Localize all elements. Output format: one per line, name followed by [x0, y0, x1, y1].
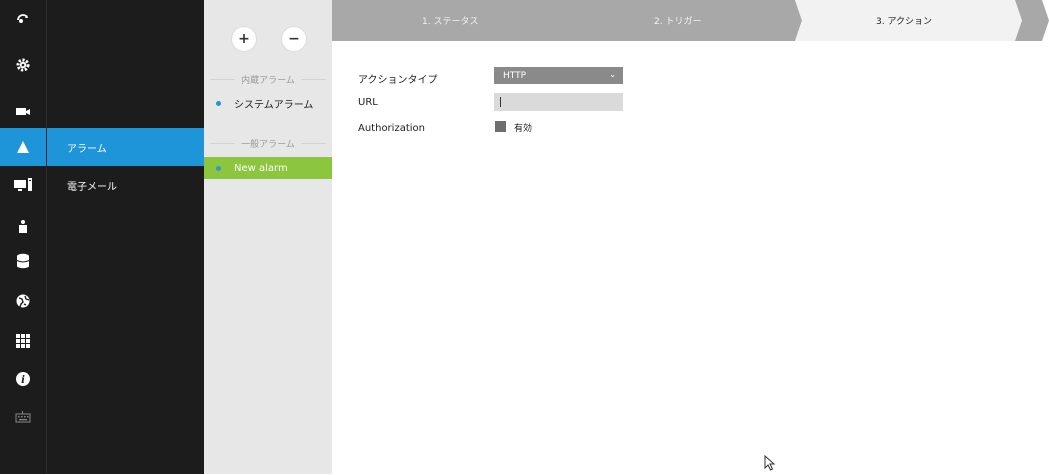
submenu-item-label: 電子メール [67, 181, 117, 193]
alarm-list-panel: + − 内蔵アラーム システムアラーム 一般アラーム New alarm [204, 0, 332, 474]
authorization-label: Authorization [358, 123, 425, 134]
submenu-item-label: アラーム [67, 143, 107, 155]
text-caret [500, 97, 501, 107]
authorization-enable-label: 有効 [514, 124, 533, 134]
chevron-down-icon: ⌄ [609, 70, 616, 79]
section-title: 一般アラーム [241, 139, 295, 150]
remove-alarm-button[interactable]: − [282, 27, 306, 51]
section-title: 内蔵アラーム [241, 75, 295, 86]
general-alarm-section: 一般アラーム [204, 136, 332, 150]
alarm-submenu: アラーム 電子メール [47, 0, 204, 474]
step-trigger[interactable]: 2. トリガー [654, 0, 701, 41]
step-action[interactable]: 3. アクション [876, 0, 932, 41]
add-alarm-button[interactable]: + [232, 27, 256, 51]
user-icon[interactable] [0, 207, 46, 245]
step-status[interactable]: 1. ステータス [422, 0, 478, 41]
step-label: 2. トリガー [654, 17, 702, 27]
alarm-icon[interactable] [0, 128, 46, 166]
alarm-item-label: システムアラーム [234, 99, 314, 111]
step-label: 1. ステータス [422, 17, 479, 27]
action-type-label: アクションタイプ [358, 75, 438, 86]
authorization-checkbox[interactable] [495, 121, 506, 132]
keyboard-icon[interactable] [0, 398, 46, 436]
monitor-device-icon[interactable] [0, 166, 46, 204]
network-globe-icon[interactable] [0, 282, 46, 320]
status-dot-icon [216, 100, 221, 106]
icon-rail: i [0, 0, 47, 474]
mouse-pointer-icon [764, 454, 776, 475]
alarm-item-system[interactable]: システムアラーム [204, 92, 332, 114]
url-label: URL [358, 97, 378, 108]
info-icon[interactable]: i [0, 360, 46, 398]
action-type-select[interactable]: HTTP ⌄ [494, 67, 623, 84]
wizard-steps: 1. ステータス 2. トリガー 3. アクション [332, 0, 1049, 41]
submenu-item-alarm[interactable]: アラーム [47, 128, 204, 166]
step-label: 3. アクション [876, 17, 932, 27]
submenu-item-email[interactable]: 電子メール [47, 166, 204, 204]
status-dot-icon [216, 165, 221, 171]
alarm-item-new-alarm[interactable]: New alarm [204, 157, 332, 179]
url-input[interactable] [494, 93, 623, 111]
apps-grid-icon[interactable] [0, 322, 46, 360]
settings-gear-icon[interactable] [0, 46, 46, 84]
alarm-item-label: New alarm [234, 162, 288, 174]
database-icon[interactable] [0, 242, 46, 280]
builtin-alarm-section: 内蔵アラーム [204, 72, 332, 86]
svg-text:i: i [21, 375, 25, 386]
live-view-icon[interactable] [0, 0, 46, 38]
video-camera-icon[interactable] [0, 92, 46, 130]
action-type-value: HTTP [503, 70, 527, 81]
